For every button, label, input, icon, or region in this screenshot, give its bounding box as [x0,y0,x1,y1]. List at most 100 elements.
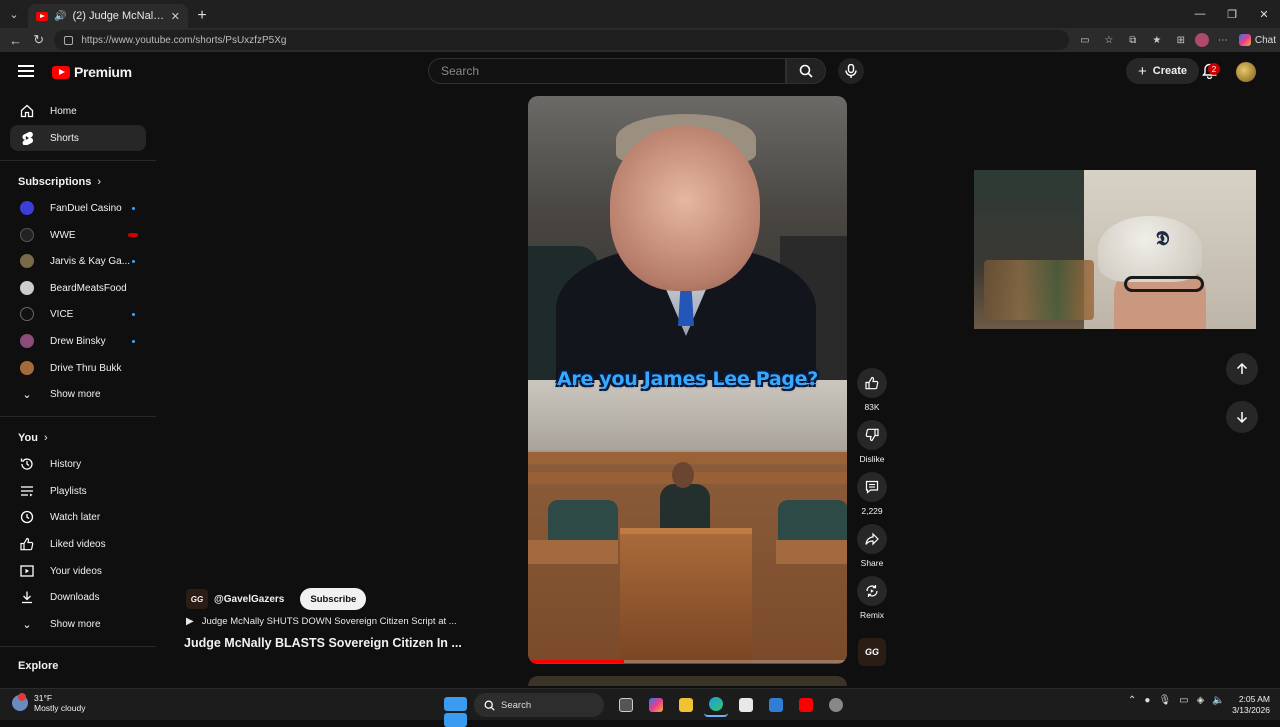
channel-row: GG @GavelGazers Subscribe [186,588,367,610]
subscribe-button[interactable]: Subscribe [300,588,367,610]
remix-button[interactable]: Remix [854,576,890,620]
defendant-head [672,462,694,488]
settings-button[interactable] [824,693,848,717]
volume-icon[interactable]: 🔈 [1212,695,1224,706]
more-options-icon[interactable]: ⋯ [1213,30,1233,50]
playlist-link[interactable]: ▶ Judge McNally SHUTS DOWN Sovereign Cit… [186,616,457,627]
show-more-you[interactable]: ⌄ Show more [10,611,146,637]
channel-thumbnail-button[interactable]: GG [858,638,886,666]
mail-button[interactable] [764,693,788,717]
short-title[interactable]: Judge McNally BLASTS Sovereign Citizen I… [184,636,462,650]
collections-icon[interactable]: ⊞ [1171,30,1191,50]
close-window-icon[interactable]: ✕ [1248,0,1280,28]
dislike-button[interactable]: Dislike [854,420,890,464]
sidebar-item-downloads[interactable]: Downloads [10,584,146,610]
voice-search-button[interactable] [838,58,864,84]
minimize-icon[interactable]: — [1184,0,1216,28]
show-more-subscriptions[interactable]: ⌄ Show more [10,381,146,407]
microphone-tray-icon[interactable]: 🎙 [1158,695,1171,706]
channel-logo[interactable]: GG [186,589,208,609]
profile-icon[interactable] [1194,33,1209,47]
display-icon[interactable]: ▭ [1179,695,1188,706]
comment-icon [857,472,887,502]
sidebar-item-label: Drew Binsky [50,335,106,347]
sidebar-item-beardmeatsfood[interactable]: BeardMeatsFood [10,275,146,301]
subscriptions-heading[interactable]: Subscriptions › [18,176,101,188]
channel-badge-text: GG [864,647,879,657]
network-icon[interactable]: ◈ [1197,695,1205,706]
favorites-icon[interactable]: ★ [1147,30,1167,50]
sidebar-item-liked-videos[interactable]: Liked videos [10,531,146,557]
back-icon[interactable]: ← [4,28,27,52]
sidebar-item-shorts[interactable]: Shorts [10,125,146,151]
playlists-icon [20,484,34,498]
sidebar-item-vice[interactable]: VICE [10,301,146,327]
sidebar-item-playlists[interactable]: Playlists [10,478,146,504]
sidebar-item-history[interactable]: History [10,451,146,477]
share-button[interactable]: Share [854,524,890,568]
sidebar-item-drive-thru-bukk[interactable]: Drive Thru Bukk [10,355,146,381]
streamer-cap [1098,216,1202,282]
like-button[interactable]: 83K [854,368,890,412]
next-short-button[interactable] [1226,401,1258,433]
start-button[interactable] [440,693,467,727]
sidebar-item-jarvis-kay[interactable]: Jarvis & Kay Ga... [10,248,146,274]
menu-icon[interactable] [18,65,34,77]
weather-widget[interactable]: 31°F Mostly cloudy [12,693,86,713]
short-video-player[interactable]: Are you James Lee Page? [528,96,847,664]
video-progress-bar[interactable] [528,660,847,663]
youtube-premium-logo[interactable]: Premium [52,64,132,80]
next-short-preview[interactable] [528,676,847,686]
sidebar-divider [0,160,156,161]
sidebar-item-label: Downloads [50,591,100,603]
copilot-app-icon [649,698,663,712]
home-icon [20,104,34,118]
previous-short-button[interactable] [1226,353,1258,385]
sidebar-item-label: Show more [50,618,101,630]
copilot-app-button[interactable] [644,693,668,717]
sidebar-item-home[interactable]: Home [10,98,146,124]
channel-handle[interactable]: @GavelGazers [214,594,284,605]
comments-button[interactable]: 2,229 [854,472,890,516]
copilot-chat-button[interactable]: Chat [1238,34,1276,46]
task-view-button[interactable] [614,693,638,717]
restore-icon[interactable]: ❐ [1216,0,1248,28]
room-clutter [984,260,1094,320]
sidebar-item-fanduel-casino[interactable]: FanDuel Casino [10,195,146,221]
new-tab-button[interactable]: + [188,4,216,28]
file-explorer-button[interactable] [674,693,698,717]
account-avatar[interactable] [1236,62,1256,82]
chevron-down-icon: ⌄ [22,618,32,631]
explore-title: Explore [18,660,59,672]
sidebar-item-drew-binsky[interactable]: Drew Binsky [10,328,146,354]
tray-app-icon[interactable]: ● [1144,695,1150,706]
reading-view-icon[interactable]: ▭ [1075,30,1095,50]
tab-audio-icon[interactable]: 🔊 [54,11,66,22]
youtube-app-button[interactable] [794,693,818,717]
chevron-up-icon[interactable]: ⌃ [1128,695,1136,706]
store-button[interactable] [734,693,758,717]
browser-tab-active[interactable]: 🔊 (2) Judge McNally BLASTS So ✕ [28,4,188,28]
create-button[interactable]: + Create [1126,58,1200,84]
channel-avatar [20,201,34,215]
url-field[interactable]: https://www.youtube.com/shorts/PsUxzfzP5… [54,30,1069,50]
extensions-icon[interactable]: ⧉ [1123,30,1143,50]
shorts-icon [20,131,34,145]
site-info-icon[interactable] [64,35,74,45]
you-heading[interactable]: You › [18,432,48,444]
search-input[interactable]: Search [428,58,786,84]
tab-close-icon[interactable]: ✕ [171,10,180,23]
chevron-right-icon: › [43,432,48,444]
refresh-icon[interactable]: ↻ [27,28,50,52]
sidebar-item-label: Shorts [50,132,79,144]
search-button[interactable] [786,58,826,84]
sidebar-item-watch-later[interactable]: Watch later [10,504,146,530]
taskbar-clock[interactable]: 2:05 AM 3/13/2026 [1226,694,1270,716]
sidebar-item-wwe[interactable]: WWE [10,222,146,248]
favorite-star-icon[interactable]: ☆ [1099,30,1119,50]
search-icon [484,700,495,711]
sidebar-item-your-videos[interactable]: Your videos [10,558,146,584]
taskbar-search[interactable]: Search [474,693,604,717]
edge-button[interactable] [704,693,728,717]
tab-actions-menu-icon[interactable]: ⌄ [0,0,28,28]
